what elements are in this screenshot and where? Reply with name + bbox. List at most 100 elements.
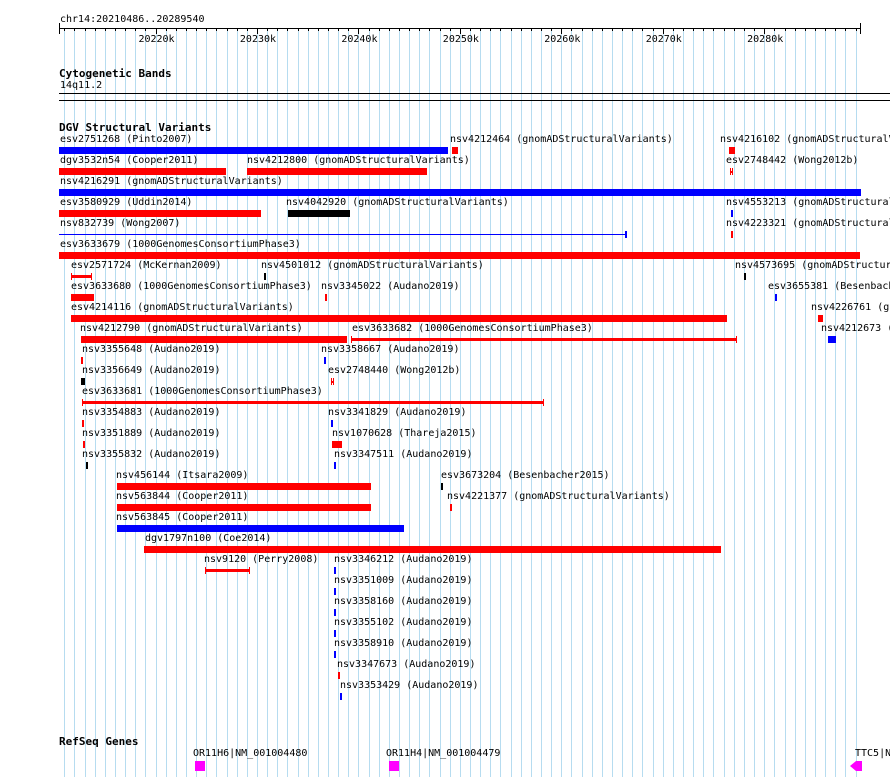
dgv-feature-label[interactable]: esv3673204 (Besenbacher2015) — [441, 470, 610, 482]
dgv-feature-bar[interactable] — [83, 441, 85, 448]
dgv-track-title[interactable]: DGV Structural Variants — [59, 121, 211, 134]
dgv-feature-label[interactable]: nsv3347511 (Audano2019) — [334, 449, 472, 461]
dgv-feature-bar[interactable] — [264, 273, 266, 280]
dgv-feature-bar[interactable] — [86, 462, 88, 469]
dgv-feature-label[interactable]: nsv4226761 (gnomADStructuralVariants) — [811, 302, 890, 314]
dgv-feature-bar[interactable] — [334, 588, 336, 595]
dgv-feature-label[interactable]: esv2748440 (Wong2012b) — [328, 365, 460, 377]
dgv-feature-label[interactable]: nsv3351889 (Audano2019) — [82, 428, 220, 440]
dgv-feature-label[interactable]: nsv4212464 (gnomADStructuralVariants) — [450, 134, 673, 146]
dgv-feature-bar[interactable] — [744, 273, 746, 280]
dgv-feature-label[interactable]: nsv3355648 (Audano2019) — [82, 344, 220, 356]
dgv-feature-bar[interactable] — [334, 651, 336, 658]
dgv-feature-label[interactable]: esv3633680 (1000GenomesConsortiumPhase3) — [71, 281, 312, 293]
dgv-feature-label[interactable]: dgv3532n54 (Cooper2011) — [60, 155, 198, 167]
dgv-feature-label[interactable]: nsv3358667 (Audano2019) — [321, 344, 459, 356]
dgv-feature-label[interactable]: nsv4221377 (gnomADStructuralVariants) — [447, 491, 670, 503]
dgv-feature-bar[interactable] — [247, 168, 427, 175]
dgv-feature-bar[interactable] — [334, 630, 336, 637]
dgv-feature-bar[interactable] — [441, 483, 443, 490]
dgv-feature-bar[interactable] — [775, 294, 777, 301]
dgv-feature-bar[interactable] — [729, 147, 735, 154]
dgv-feature-label[interactable]: nsv4553213 (gnomADStructuralVariants) — [726, 197, 890, 209]
dgv-feature-bar[interactable] — [351, 338, 737, 341]
dgv-feature-bar[interactable] — [205, 569, 250, 572]
dgv-feature-bar[interactable] — [59, 168, 226, 175]
dgv-feature-bar[interactable] — [731, 210, 733, 217]
dgv-feature-bar[interactable] — [59, 147, 448, 154]
dgv-feature-bar[interactable] — [117, 525, 404, 532]
dgv-feature-bar[interactable] — [334, 609, 336, 616]
dgv-feature-bar[interactable] — [82, 420, 84, 427]
dgv-feature-label[interactable]: nsv3355102 (Audano2019) — [334, 617, 472, 629]
dgv-feature-bar[interactable] — [325, 294, 327, 301]
dgv-feature-label[interactable]: esv3633679 (1000GenomesConsortiumPhase3) — [60, 239, 301, 251]
dgv-feature-bar[interactable] — [731, 231, 733, 238]
dgv-feature-bar[interactable] — [331, 378, 334, 385]
dgv-feature-label[interactable]: nsv3358910 (Audano2019) — [334, 638, 472, 650]
dgv-feature-label[interactable]: nsv4212673 (gnomADStructuralVariants) — [821, 323, 890, 335]
dgv-feature-label[interactable]: nsv4501012 (gnomADStructuralVariants) — [261, 260, 484, 272]
dgv-feature-bar[interactable] — [331, 420, 333, 427]
dgv-feature-label[interactable]: nsv3353429 (Audano2019) — [340, 680, 478, 692]
dgv-feature-label[interactable]: esv3633681 (1000GenomesConsortiumPhase3) — [82, 386, 323, 398]
dgv-feature-bar[interactable] — [450, 504, 452, 511]
refseq-gene-label[interactable]: OR11H4|NM_001004479 — [386, 748, 500, 759]
dgv-feature-label[interactable]: nsv563845 (Cooper2011) — [116, 512, 248, 524]
dgv-feature-bar[interactable] — [332, 441, 342, 448]
refseq-gene-bar[interactable] — [856, 761, 862, 771]
dgv-feature-label[interactable]: nsv3351009 (Audano2019) — [334, 575, 472, 587]
dgv-feature-label[interactable]: nsv4042920 (gnomADStructuralVariants) — [286, 197, 509, 209]
dgv-feature-label[interactable]: nsv1070628 (Thareja2015) — [332, 428, 477, 440]
dgv-feature-label[interactable]: nsv563844 (Cooper2011) — [116, 491, 248, 503]
dgv-feature-bar[interactable] — [338, 672, 340, 679]
refseq-gene-bar[interactable] — [195, 761, 205, 771]
refseq-track-title[interactable]: RefSeq Genes — [59, 735, 138, 748]
dgv-feature-label[interactable]: esv3580929 (Uddin2014) — [60, 197, 192, 209]
dgv-feature-bar[interactable] — [71, 315, 727, 322]
dgv-feature-bar[interactable] — [71, 294, 94, 301]
dgv-feature-bar[interactable] — [818, 315, 823, 322]
dgv-feature-label[interactable]: nsv4573695 (gnomADStructuralVariants) — [735, 260, 890, 272]
dgv-feature-bar[interactable] — [334, 567, 336, 574]
dgv-feature-label[interactable]: nsv3347673 (Audano2019) — [337, 659, 475, 671]
dgv-feature-label[interactable]: esv2751268 (Pinto2007) — [60, 134, 192, 146]
dgv-feature-bar[interactable] — [59, 252, 860, 259]
dgv-feature-bar[interactable] — [144, 546, 721, 553]
dgv-feature-label[interactable]: nsv4216102 (gnomADStructuralVariants) — [720, 134, 890, 146]
dgv-feature-bar[interactable] — [59, 210, 261, 217]
cytoband-track-title[interactable]: Cytogenetic Bands — [59, 67, 172, 80]
dgv-feature-label[interactable]: nsv3341829 (Audano2019) — [328, 407, 466, 419]
dgv-feature-label[interactable]: nsv3345022 (Audano2019) — [321, 281, 459, 293]
refseq-gene-bar[interactable] — [389, 761, 399, 771]
dgv-feature-bar[interactable] — [81, 357, 83, 364]
dgv-feature-label[interactable]: esv2748442 (Wong2012b) — [726, 155, 858, 167]
dgv-feature-bar[interactable] — [117, 483, 371, 490]
dgv-feature-label[interactable]: nsv4212790 (gnomADStructuralVariants) — [80, 323, 303, 335]
dgv-feature-bar[interactable] — [71, 275, 92, 278]
dgv-feature-bar[interactable] — [340, 693, 342, 700]
dgv-feature-label[interactable]: nsv3354883 (Audano2019) — [82, 407, 220, 419]
dgv-feature-label[interactable]: nsv3358160 (Audano2019) — [334, 596, 472, 608]
dgv-feature-bar[interactable] — [117, 504, 371, 511]
dgv-feature-bar[interactable] — [59, 189, 861, 196]
dgv-feature-label[interactable]: esv3633682 (1000GenomesConsortiumPhase3) — [352, 323, 593, 335]
dgv-feature-bar[interactable] — [81, 336, 347, 343]
dgv-feature-label[interactable]: esv2571724 (McKernan2009) — [71, 260, 222, 272]
dgv-feature-label[interactable]: nsv9120 (Perry2008) — [204, 554, 318, 566]
dgv-feature-label[interactable]: nsv3346212 (Audano2019) — [334, 554, 472, 566]
dgv-feature-label[interactable]: nsv3356649 (Audano2019) — [82, 365, 220, 377]
dgv-feature-label[interactable]: nsv832739 (Wong2007) — [60, 218, 180, 230]
cytoband-label[interactable]: 14q11.2 — [60, 80, 102, 91]
dgv-feature-label[interactable]: nsv3355832 (Audano2019) — [82, 449, 220, 461]
dgv-feature-bar[interactable] — [59, 234, 627, 235]
dgv-feature-bar[interactable] — [334, 462, 336, 469]
dgv-feature-bar[interactable] — [82, 401, 544, 404]
dgv-feature-bar[interactable] — [730, 168, 733, 175]
dgv-feature-bar[interactable] — [452, 147, 458, 154]
refseq-gene-label[interactable]: OR11H6|NM_001004480 — [193, 748, 307, 759]
refseq-gene-label[interactable]: TTC5|NM_138376 — [855, 748, 890, 759]
dgv-feature-label[interactable]: nsv456144 (Itsara2009) — [116, 470, 248, 482]
dgv-feature-label[interactable]: esv4214116 (gnomADStructuralVariants) — [71, 302, 294, 314]
dgv-feature-label[interactable]: dgv1797n100 (Coe2014) — [145, 533, 271, 545]
